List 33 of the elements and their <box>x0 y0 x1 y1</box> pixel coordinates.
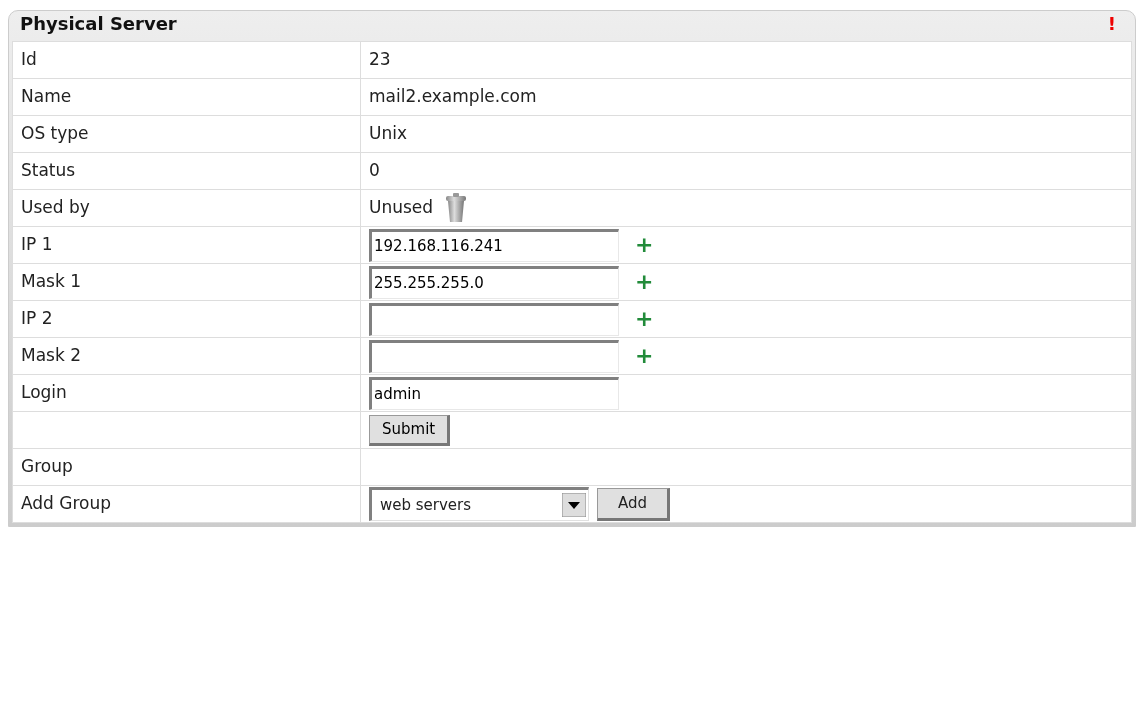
add-icon[interactable]: + <box>635 345 654 367</box>
add-icon[interactable]: + <box>635 271 654 293</box>
text-field[interactable]: admin <box>369 376 619 410</box>
field-label: Login <box>12 374 361 412</box>
field-label: Status <box>12 152 361 190</box>
text-field[interactable]: 255.255.255.0 <box>369 265 619 299</box>
dropdown-icon[interactable] <box>562 493 586 517</box>
field-value: Unix <box>369 123 407 144</box>
field-label: Used by <box>12 189 361 227</box>
field-value: 0 <box>369 160 380 181</box>
add-icon[interactable]: + <box>635 234 654 256</box>
field-value: mail2.example.com <box>369 86 537 107</box>
field-value: Unused <box>369 196 434 220</box>
field-value: 23 <box>369 49 391 70</box>
panel-title: Physical Server <box>20 12 177 36</box>
group-select[interactable]: web servers <box>369 487 589 521</box>
text-field[interactable] <box>369 302 619 336</box>
text-field[interactable]: 192.168.116.241 <box>369 228 619 262</box>
field-label: Group <box>12 448 361 486</box>
field-label: IP 1 <box>12 226 361 264</box>
field-label: Mask 2 <box>12 337 361 375</box>
submit-button[interactable]: Submit <box>369 414 451 446</box>
add-button[interactable]: Add <box>597 487 671 521</box>
field-label: OS type <box>12 115 361 153</box>
field-label: Name <box>12 78 361 116</box>
field-label: Mask 1 <box>12 263 361 301</box>
alert-icon: ! <box>1107 10 1124 37</box>
add-icon[interactable]: + <box>635 308 654 330</box>
field-label: IP 2 <box>12 300 361 338</box>
trash-icon[interactable] <box>445 193 468 223</box>
field-label: Id <box>12 41 361 79</box>
text-field[interactable] <box>369 339 619 373</box>
field-label: Add Group <box>12 485 361 523</box>
